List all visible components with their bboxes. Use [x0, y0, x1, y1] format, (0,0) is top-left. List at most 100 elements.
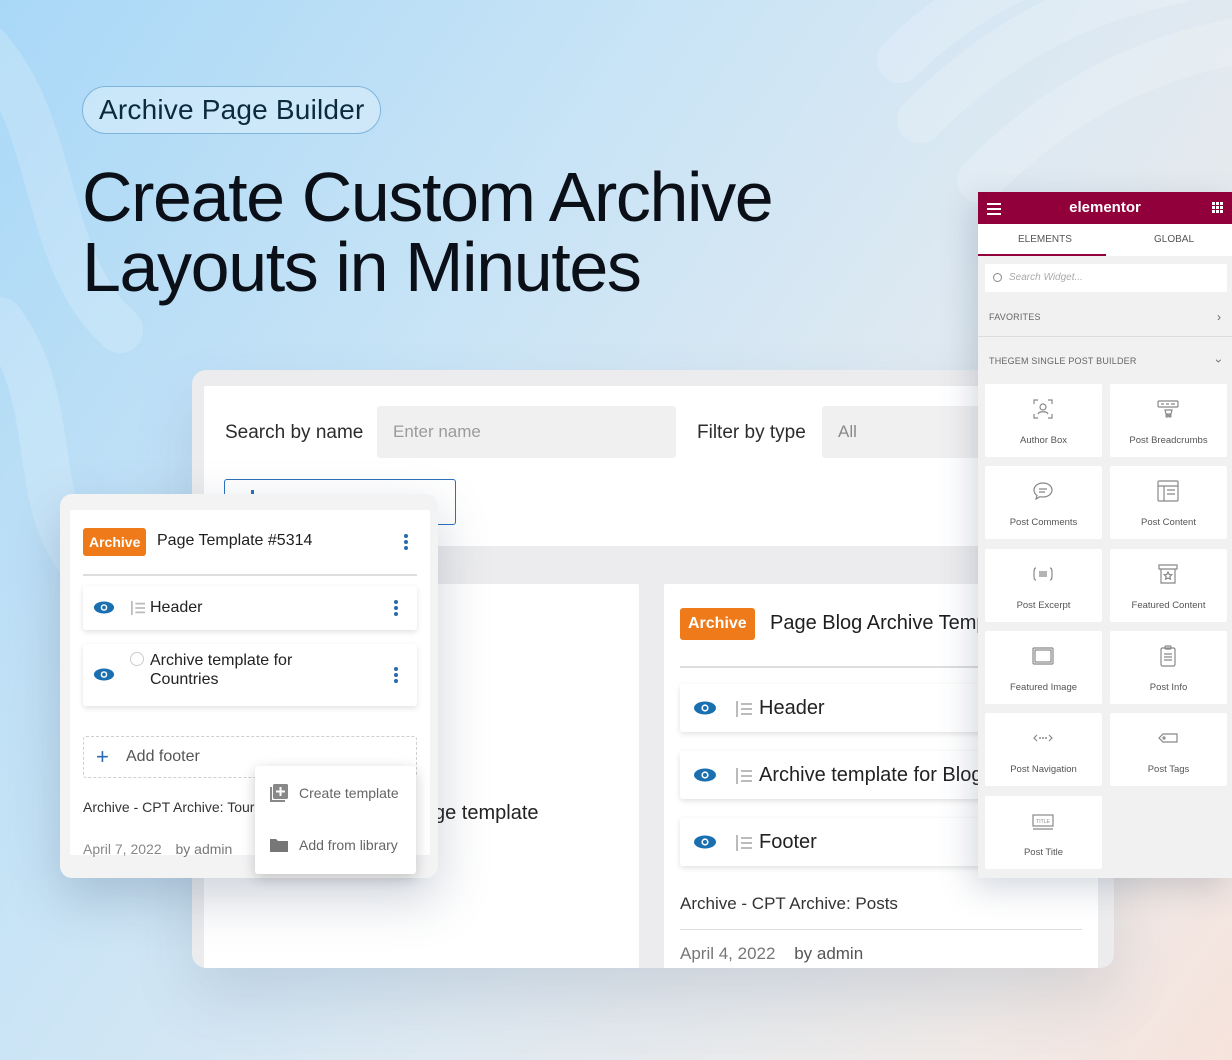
template-author: by admin — [794, 944, 864, 963]
author-box-icon — [1033, 399, 1053, 419]
row-label: Header — [759, 696, 825, 719]
more-options-icon[interactable] — [394, 600, 398, 616]
divider — [83, 574, 417, 576]
widget-label: Post Info — [1149, 682, 1188, 693]
template-author: by admin — [175, 841, 233, 857]
section-lines-icon — [736, 767, 752, 784]
add-template-icon — [270, 784, 288, 802]
headline-line-2: Layouts in Minutes — [82, 228, 642, 306]
comments-icon — [1033, 482, 1053, 501]
title-icon: TITLE — [1032, 814, 1054, 830]
template-type: Archive - CPT Archive: Tour — [83, 799, 255, 815]
widget-label: Post Comments — [1009, 517, 1078, 528]
add-footer-menu: Create template Add from library — [255, 766, 416, 874]
global-icon — [130, 652, 144, 666]
excerpt-icon — [1033, 567, 1053, 581]
breadcrumbs-icon — [1157, 400, 1179, 418]
section-lines-icon — [736, 700, 752, 717]
more-options-icon[interactable] — [394, 667, 398, 683]
menu-item-label: Create template — [299, 785, 399, 801]
section-lines-icon — [736, 834, 752, 851]
template-meta: April 7, 2022 by admin — [83, 841, 232, 857]
plus-icon: + — [96, 744, 109, 769]
row-label: Header — [150, 599, 203, 616]
navigation-icon — [1033, 734, 1053, 742]
section-pill: Archive Page Builder — [82, 86, 382, 134]
eye-icon[interactable] — [693, 701, 717, 715]
post-info-icon — [1160, 645, 1176, 667]
headline-line-1: Create Custom Archive — [82, 158, 774, 236]
card-title[interactable]: Page Template #5314 — [157, 532, 312, 550]
tab-elements[interactable]: ELEMENTS — [1018, 234, 1072, 245]
search-icon — [993, 273, 1002, 282]
widget-label: Post Navigation — [1010, 764, 1077, 775]
widget-post-excerpt[interactable]: Post Excerpt — [985, 549, 1102, 622]
favorites-section[interactable]: FAVORITES › — [989, 310, 1221, 324]
section-lines-icon — [131, 601, 145, 615]
thegem-section[interactable]: THEGEM SINGLE POST BUILDER › — [989, 356, 1226, 366]
filter-type-label: Filter by type — [697, 422, 806, 443]
divider — [978, 336, 1232, 337]
svg-text:TITLE: TITLE — [1036, 819, 1050, 825]
widget-post-comments[interactable]: Post Comments — [985, 466, 1102, 539]
widget-post-breadcrumbs[interactable]: Post Breadcrumbs — [1110, 384, 1227, 457]
more-options-icon[interactable] — [404, 534, 408, 550]
card-title[interactable]: Page Blog Archive Temp — [770, 612, 988, 635]
folder-icon — [270, 839, 288, 852]
template-row-archive[interactable]: Archive template for Countries — [83, 644, 417, 706]
widget-post-tags[interactable]: Post Tags — [1110, 713, 1227, 786]
widget-post-navigation[interactable]: Post Navigation — [985, 713, 1102, 786]
apps-grid-icon[interactable] — [1212, 202, 1224, 214]
widget-post-title[interactable]: TITLE Post Title — [985, 796, 1102, 869]
elementor-header: elementor — [978, 192, 1232, 224]
widget-featured-content[interactable]: Featured Content — [1110, 549, 1227, 622]
widget-author-box[interactable]: Author Box — [985, 384, 1102, 457]
widget-search-input[interactable]: Search Widget... — [985, 264, 1227, 292]
chevron-right-icon: › — [1217, 310, 1222, 324]
archive-badge: Archive — [680, 608, 755, 640]
eye-icon[interactable] — [93, 601, 117, 615]
widget-label: Post Title — [1023, 847, 1064, 858]
eye-icon[interactable] — [693, 768, 717, 782]
menu-item-create-template[interactable]: Create template — [269, 783, 399, 803]
search-input[interactable]: Enter name — [377, 406, 676, 458]
chevron-down-icon: › — [1212, 358, 1227, 364]
widget-label: Post Excerpt — [1016, 600, 1071, 611]
tab-global[interactable]: GLOBAL — [1154, 234, 1194, 245]
content-icon — [1157, 480, 1179, 502]
add-footer-label: Add footer — [126, 748, 200, 765]
menu-icon[interactable] — [987, 203, 1001, 218]
widget-post-content[interactable]: Post Content — [1110, 466, 1227, 539]
featured-content-icon — [1158, 564, 1178, 584]
template-date: April 4, 2022 — [680, 944, 776, 963]
row-label-line-1: Archive template for — [150, 652, 293, 669]
eye-icon[interactable] — [93, 668, 117, 682]
eye-icon[interactable] — [693, 835, 717, 849]
template-meta: April 4, 2022 by admin — [680, 944, 863, 964]
widget-label: Featured Image — [1009, 682, 1078, 693]
menu-item-add-from-library[interactable]: Add from library — [269, 837, 398, 853]
widget-label: Post Breadcrumbs — [1129, 435, 1208, 446]
section-label: FAVORITES — [989, 312, 1041, 322]
divider — [680, 929, 1082, 930]
widget-label: Post Tags — [1147, 764, 1190, 775]
widget-post-info[interactable]: Post Info — [1110, 631, 1227, 704]
menu-item-label: Add from library — [299, 837, 398, 853]
widget-label: Post Content — [1141, 517, 1196, 528]
section-label: THEGEM SINGLE POST BUILDER — [989, 356, 1137, 366]
row-label: Archive template for Countries — [150, 651, 292, 689]
elementor-panel: elementor ELEMENTS GLOBAL Search Widget.… — [978, 192, 1232, 878]
template-type: Archive - CPT Archive: Posts — [680, 894, 898, 913]
template-row-header[interactable]: Header — [83, 586, 417, 630]
widget-featured-image[interactable]: Featured Image — [985, 631, 1102, 704]
featured-image-icon — [1032, 647, 1054, 665]
row-label: Archive template for Blog — [759, 763, 983, 786]
row-label-line-2: Countries — [150, 671, 219, 688]
card-text-fragment: ge template — [434, 802, 539, 824]
row-label: Footer — [759, 830, 817, 853]
widget-label: Featured Content — [1131, 600, 1206, 611]
archive-badge: Archive — [83, 528, 147, 556]
active-tab-indicator — [978, 254, 1106, 256]
template-date: April 7, 2022 — [83, 841, 162, 857]
page-headline: Create Custom Archive Layouts in Minutes — [82, 162, 842, 302]
